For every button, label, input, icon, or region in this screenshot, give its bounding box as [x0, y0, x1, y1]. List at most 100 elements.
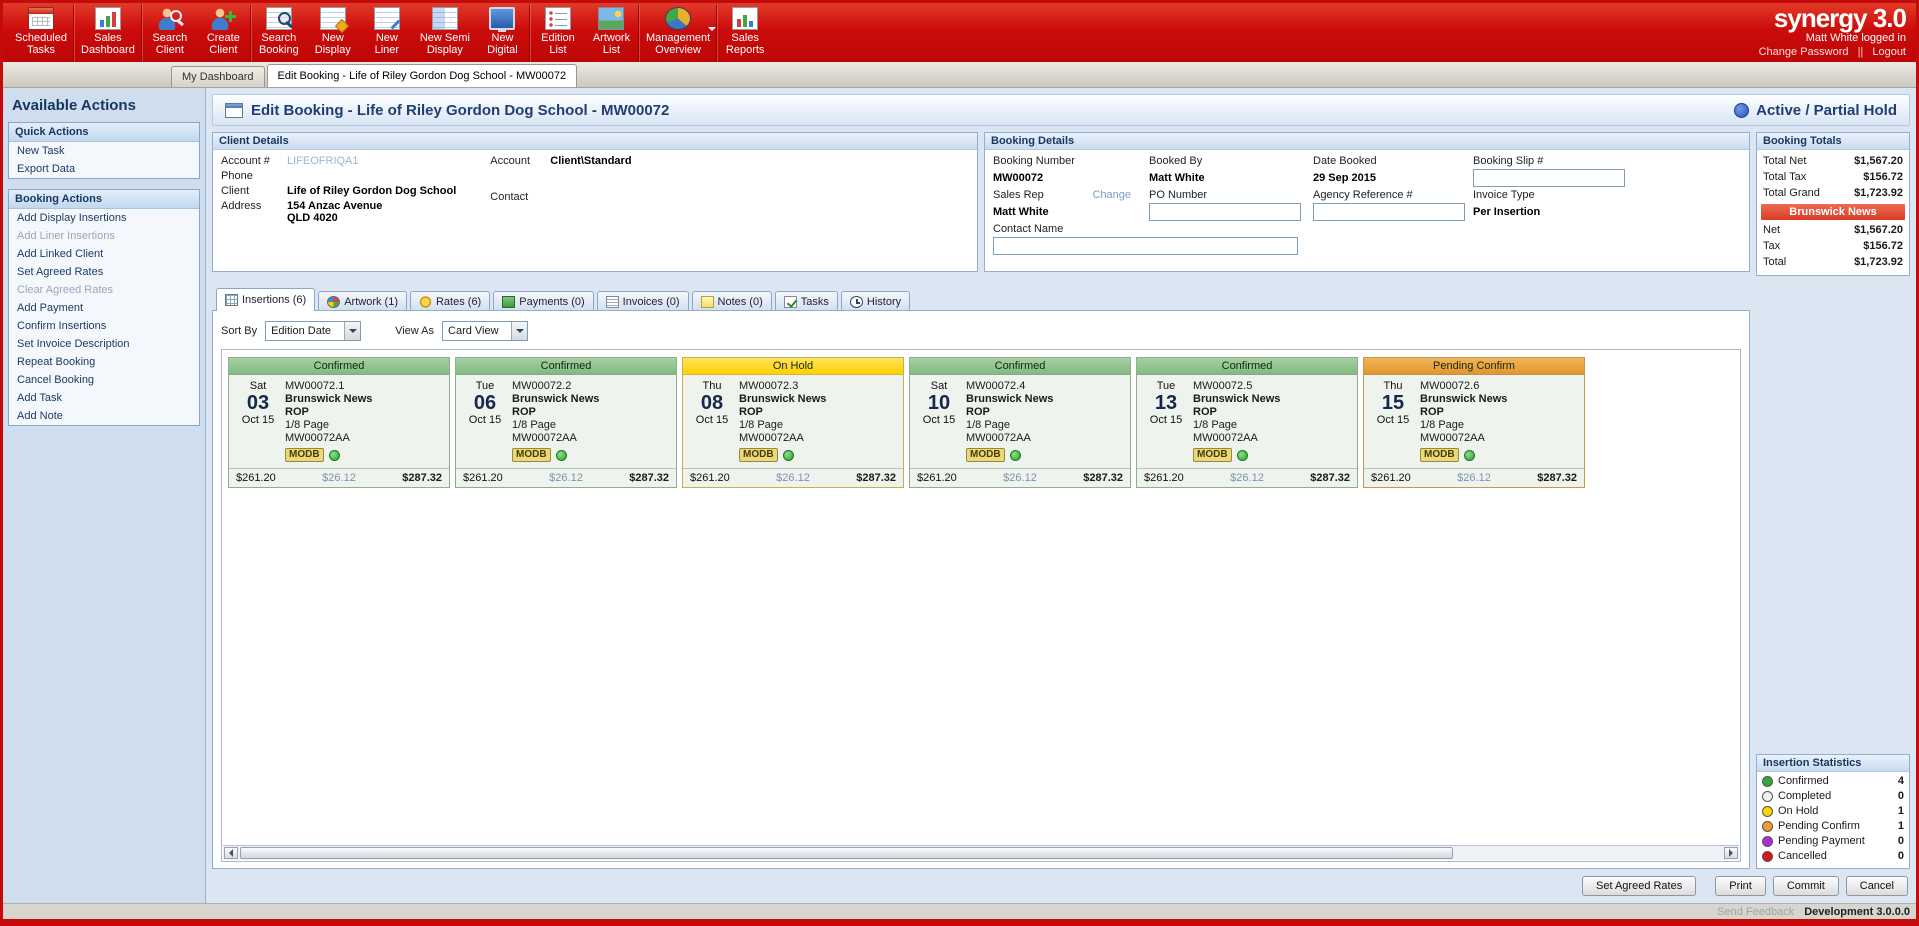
sort-controls: Sort By Edition Date View As Card View — [221, 319, 1741, 343]
total-label: Total Net — [1763, 154, 1806, 168]
set-agreed-rates-button[interactable]: Set Agreed Rates — [1582, 876, 1696, 896]
print-button[interactable]: Print — [1715, 876, 1766, 896]
po-number-label: PO Number — [1149, 189, 1309, 201]
tab[interactable]: Artwork (1) — [318, 291, 407, 311]
sidebar-action-item[interactable]: Set Agreed Rates — [9, 263, 199, 281]
change-password-link[interactable]: Change Password — [1759, 46, 1849, 58]
toolbar-button-label-line1: New — [376, 32, 398, 44]
logout-link[interactable]: Logout — [1872, 46, 1906, 58]
tab-icon — [502, 296, 515, 308]
booking-status: Active / Partial Hold — [1734, 102, 1897, 119]
main-content: Edit Booking - Life of Riley Gordon Dog … — [206, 88, 1916, 903]
sidebar-action-item[interactable]: Add Display Insertions — [9, 209, 199, 227]
tab[interactable]: Payments (0) — [493, 291, 593, 311]
tab[interactable]: Insertions (6) — [216, 288, 315, 311]
commit-button[interactable]: Commit — [1773, 876, 1839, 896]
send-feedback-link[interactable]: Send Feedback — [1717, 906, 1794, 918]
toolbar-button[interactable]: Sales Dashboard — [75, 5, 142, 62]
sort-by-select[interactable]: Edition Date — [265, 321, 361, 341]
sidebar-action-item[interactable]: Add Liner Insertions — [9, 227, 199, 245]
day-number: 06 — [460, 392, 510, 414]
chevron-down-icon[interactable] — [344, 322, 360, 340]
status-color-icon — [1762, 821, 1773, 832]
tab-icon — [419, 296, 432, 308]
sidebar-action-item[interactable]: Repeat Booking — [9, 353, 199, 371]
toolbar-button[interactable]: Scheduled Tasks — [9, 5, 74, 62]
sidebar-action-item[interactable]: Add Payment — [9, 299, 199, 317]
tab[interactable]: Notes (0) — [692, 291, 772, 311]
insertion-card[interactable]: On Hold Thu 08 Oct 15 — [682, 357, 904, 488]
insertion-card[interactable]: Pending Confirm Thu 15 Oct 15 — [1363, 357, 1585, 488]
tab[interactable]: Tasks — [775, 291, 838, 311]
toolbar-button-label-line2: Reports — [726, 44, 765, 56]
total-value: $156.72 — [1863, 239, 1903, 253]
toolbar-button[interactable]: Search Booking — [252, 5, 306, 62]
toolbar-button[interactable]: New Display — [306, 5, 360, 62]
day-number: 15 — [1368, 392, 1418, 414]
toolbar-button[interactable]: Create Client — [197, 5, 251, 62]
tab[interactable]: Invoices (0) — [597, 291, 689, 311]
scrollbar-thumb[interactable] — [240, 847, 1453, 859]
statistic-value: 1 — [1898, 820, 1904, 833]
window-tab[interactable]: Edit Booking - Life of Riley Gordon Dog … — [267, 64, 578, 87]
insertion-card[interactable]: Confirmed Tue 06 Oct 15 — [455, 357, 677, 488]
contact-value — [550, 191, 969, 204]
insertion-amounts: $261.20 $26.12 $287.32 — [910, 468, 1130, 487]
main-toolbar: Scheduled Tasks Sales Dashboard Search C… — [3, 3, 1916, 62]
sidebar-action-item[interactable]: Export Data — [9, 160, 199, 178]
scroll-right-button[interactable] — [1724, 847, 1738, 859]
window-tab[interactable]: My Dashboard — [171, 66, 265, 87]
po-number-input[interactable] — [1149, 203, 1301, 221]
sidebar-action-item[interactable]: New Task — [9, 142, 199, 160]
toolbar-button[interactable]: Search Client — [143, 5, 197, 62]
statistic-row: On Hold 1 — [1760, 804, 1906, 819]
sidebar-action-item[interactable]: Add Note — [9, 407, 199, 425]
dropdown-arrow-icon[interactable] — [708, 27, 716, 35]
insertion-card[interactable]: Confirmed Sat 03 Oct 15 — [228, 357, 450, 488]
net-amount: $261.20 — [236, 472, 276, 484]
client-label: Client — [221, 185, 279, 197]
contact-name-input[interactable] — [993, 237, 1298, 255]
sidebar-action-item[interactable]: Confirm Insertions — [9, 317, 199, 335]
sidebar-action-item[interactable]: Set Invoice Description — [9, 335, 199, 353]
statistic-row: Confirmed 4 — [1760, 774, 1906, 789]
material-code: MW00072AA — [285, 432, 445, 445]
statistic-value: 1 — [1898, 805, 1904, 818]
toolbar-button[interactable]: New Semi Display — [414, 5, 476, 62]
total-value: $1,723.92 — [1854, 255, 1903, 269]
toolbar-button[interactable]: New Liner — [360, 5, 414, 62]
sales-rep-label: Sales Rep — [993, 189, 1044, 201]
toolbar-button[interactable]: Sales Reports — [718, 5, 772, 62]
toolbar-button[interactable]: New Digital — [476, 5, 530, 62]
sidebar-action-item[interactable]: Add Linked Client — [9, 245, 199, 263]
sidebar-action-item[interactable]: Add Task — [9, 389, 199, 407]
toolbar-button-label-line1: Sales — [731, 32, 759, 44]
toolbar-button[interactable]: Management Overview — [640, 5, 717, 62]
toolbar-button[interactable]: Edition List — [531, 5, 585, 62]
insertion-card[interactable]: Confirmed Sat 10 Oct 15 — [909, 357, 1131, 488]
chevron-down-icon[interactable] — [511, 322, 527, 340]
toolbar-button[interactable]: Artwork List — [585, 5, 639, 62]
insertion-card[interactable]: Confirmed Tue 13 Oct 15 — [1136, 357, 1358, 488]
booking-slip-input[interactable] — [1473, 169, 1625, 187]
view-as-select[interactable]: Card View — [442, 321, 528, 341]
scroll-left-button[interactable] — [224, 847, 238, 859]
tab-label: Payments (0) — [519, 296, 584, 308]
account-number-link[interactable]: LIFEOFRIQA1 — [287, 155, 490, 168]
cancel-button[interactable]: Cancel — [1846, 876, 1908, 896]
publication-totals-header: Brunswick News — [1761, 204, 1905, 220]
change-sales-rep-link[interactable]: Change — [1092, 189, 1131, 201]
agency-reference-input[interactable] — [1313, 203, 1465, 221]
sidebar-action-item[interactable]: Clear Agreed Rates — [9, 281, 199, 299]
tab[interactable]: History — [841, 291, 910, 311]
tab[interactable]: Rates (6) — [410, 291, 490, 311]
booked-by-value: Matt White — [1149, 172, 1309, 185]
sidebar-action-item[interactable]: Cancel Booking — [9, 371, 199, 389]
insertion-date: Tue 13 Oct 15 — [1141, 380, 1191, 462]
toolbar-button-icon — [210, 7, 236, 30]
status-color-icon — [1762, 851, 1773, 862]
address-line1: 154 Anzac Avenue — [287, 200, 490, 212]
horizontal-scrollbar[interactable] — [223, 845, 1739, 860]
edition-badge: MODB — [739, 448, 778, 462]
material-code: MW00072AA — [966, 432, 1126, 445]
